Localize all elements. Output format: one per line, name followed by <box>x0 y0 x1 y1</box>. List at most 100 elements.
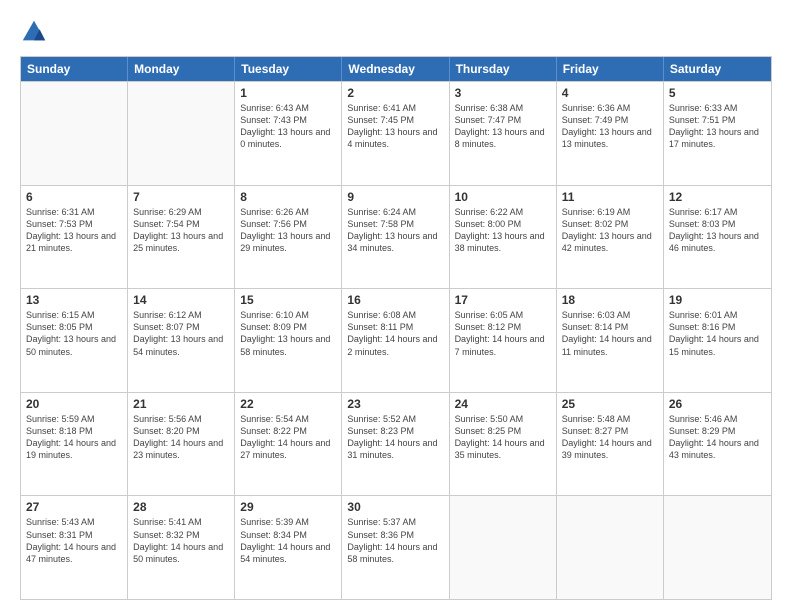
day-number: 8 <box>240 190 336 204</box>
day-number: 27 <box>26 500 122 514</box>
calendar-cell: 22 Sunrise: 5:54 AM Sunset: 8:22 PM Dayli… <box>235 393 342 496</box>
day-number: 9 <box>347 190 443 204</box>
header-day-tuesday: Tuesday <box>235 57 342 81</box>
calendar-cell: 26Sunrise: 5:46 AM Sunset: 8:29 PM Dayli… <box>664 393 771 496</box>
day-number: 20 <box>26 397 122 411</box>
calendar-cell: 29Sunrise: 5:39 AM Sunset: 8:34 PM Dayli… <box>235 496 342 599</box>
header-day-wednesday: Wednesday <box>342 57 449 81</box>
day-info: Sunrise: 6:26 AM Sunset: 7:56 PM Dayligh… <box>240 206 336 255</box>
day-number: 14 <box>133 293 229 307</box>
day-number: 4 <box>562 86 658 100</box>
day-number: 5 <box>669 86 766 100</box>
logo <box>20 16 52 46</box>
day-number: 21 <box>133 397 229 411</box>
header-day-sunday: Sunday <box>21 57 128 81</box>
calendar-week-2: 6 Sunrise: 6:31 AM Sunset: 7:53 PM Daylig… <box>21 185 771 289</box>
calendar-cell: 27 Sunrise: 5:43 AM Sunset: 8:31 PM Dayli… <box>21 496 128 599</box>
day-info: Sunrise: 6:19 AM Sunset: 8:02 PM Dayligh… <box>562 206 658 255</box>
calendar-cell: 5 Sunrise: 6:33 AM Sunset: 7:51 PM Daylig… <box>664 82 771 185</box>
day-number: 26 <box>669 397 766 411</box>
calendar-cell: 10 Sunrise: 6:22 AM Sunset: 8:00 PM Dayli… <box>450 186 557 289</box>
day-info: Sunrise: 6:10 AM Sunset: 8:09 PM Dayligh… <box>240 309 336 358</box>
day-number: 25 <box>562 397 658 411</box>
day-info: Sunrise: 6:01 AM Sunset: 8:16 PM Dayligh… <box>669 309 766 358</box>
day-number: 6 <box>26 190 122 204</box>
calendar-cell: 21 Sunrise: 5:56 AM Sunset: 8:20 PM Dayli… <box>128 393 235 496</box>
day-number: 10 <box>455 190 551 204</box>
day-number: 16 <box>347 293 443 307</box>
day-info: Sunrise: 6:38 AM Sunset: 7:47 PM Dayligh… <box>455 102 551 151</box>
day-info: Sunrise: 6:41 AM Sunset: 7:45 PM Dayligh… <box>347 102 443 151</box>
day-number: 30 <box>347 500 443 514</box>
calendar-cell: 15 Sunrise: 6:10 AM Sunset: 8:09 PM Dayli… <box>235 289 342 392</box>
day-info: Sunrise: 6:05 AM Sunset: 8:12 PM Dayligh… <box>455 309 551 358</box>
day-number: 28 <box>133 500 229 514</box>
day-number: 11 <box>562 190 658 204</box>
logo-icon <box>20 18 48 46</box>
calendar-week-1: 1 Sunrise: 6:43 AM Sunset: 7:43 PM Daylig… <box>21 81 771 185</box>
header-day-friday: Friday <box>557 57 664 81</box>
day-info: Sunrise: 6:24 AM Sunset: 7:58 PM Dayligh… <box>347 206 443 255</box>
header <box>20 16 772 46</box>
day-info: Sunrise: 5:59 AM Sunset: 8:18 PM Dayligh… <box>26 413 122 462</box>
calendar-cell: 20 Sunrise: 5:59 AM Sunset: 8:18 PM Dayli… <box>21 393 128 496</box>
day-info: Sunrise: 6:03 AM Sunset: 8:14 PM Dayligh… <box>562 309 658 358</box>
day-info: Sunrise: 5:39 AM Sunset: 8:34 PM Dayligh… <box>240 516 336 565</box>
calendar-cell: 4 Sunrise: 6:36 AM Sunset: 7:49 PM Daylig… <box>557 82 664 185</box>
calendar-cell: 18 Sunrise: 6:03 AM Sunset: 8:14 PM Dayli… <box>557 289 664 392</box>
day-number: 23 <box>347 397 443 411</box>
day-number: 17 <box>455 293 551 307</box>
day-info: Sunrise: 6:08 AM Sunset: 8:11 PM Dayligh… <box>347 309 443 358</box>
calendar-cell: 9 Sunrise: 6:24 AM Sunset: 7:58 PM Daylig… <box>342 186 449 289</box>
day-info: Sunrise: 5:56 AM Sunset: 8:20 PM Dayligh… <box>133 413 229 462</box>
calendar-cell: 6 Sunrise: 6:31 AM Sunset: 7:53 PM Daylig… <box>21 186 128 289</box>
day-info: Sunrise: 6:31 AM Sunset: 7:53 PM Dayligh… <box>26 206 122 255</box>
day-info: Sunrise: 6:15 AM Sunset: 8:05 PM Dayligh… <box>26 309 122 358</box>
calendar-cell: 8 Sunrise: 6:26 AM Sunset: 7:56 PM Daylig… <box>235 186 342 289</box>
calendar-cell: 16 Sunrise: 6:08 AM Sunset: 8:11 PM Dayli… <box>342 289 449 392</box>
header-day-thursday: Thursday <box>450 57 557 81</box>
day-number: 13 <box>26 293 122 307</box>
calendar-cell: 30Sunrise: 5:37 AM Sunset: 8:36 PM Dayli… <box>342 496 449 599</box>
header-day-saturday: Saturday <box>664 57 771 81</box>
day-number: 24 <box>455 397 551 411</box>
day-number: 15 <box>240 293 336 307</box>
day-info: Sunrise: 6:29 AM Sunset: 7:54 PM Dayligh… <box>133 206 229 255</box>
day-info: Sunrise: 6:43 AM Sunset: 7:43 PM Dayligh… <box>240 102 336 151</box>
calendar-week-5: 27 Sunrise: 5:43 AM Sunset: 8:31 PM Dayli… <box>21 495 771 599</box>
day-number: 7 <box>133 190 229 204</box>
calendar-cell: 7 Sunrise: 6:29 AM Sunset: 7:54 PM Daylig… <box>128 186 235 289</box>
day-info: Sunrise: 5:43 AM Sunset: 8:31 PM Dayligh… <box>26 516 122 565</box>
calendar-body: 1 Sunrise: 6:43 AM Sunset: 7:43 PM Daylig… <box>21 81 771 599</box>
calendar-cell: 11 Sunrise: 6:19 AM Sunset: 8:02 PM Dayli… <box>557 186 664 289</box>
calendar-cell <box>664 496 771 599</box>
page: SundayMondayTuesdayWednesdayThursdayFrid… <box>0 0 792 612</box>
day-number: 22 <box>240 397 336 411</box>
day-number: 3 <box>455 86 551 100</box>
day-info: Sunrise: 6:12 AM Sunset: 8:07 PM Dayligh… <box>133 309 229 358</box>
calendar-cell <box>128 82 235 185</box>
day-info: Sunrise: 5:48 AM Sunset: 8:27 PM Dayligh… <box>562 413 658 462</box>
day-info: Sunrise: 5:54 AM Sunset: 8:22 PM Dayligh… <box>240 413 336 462</box>
calendar-cell: 24 Sunrise: 5:50 AM Sunset: 8:25 PM Dayli… <box>450 393 557 496</box>
day-number: 12 <box>669 190 766 204</box>
calendar-cell: 19Sunrise: 6:01 AM Sunset: 8:16 PM Dayli… <box>664 289 771 392</box>
calendar-cell: 2Sunrise: 6:41 AM Sunset: 7:45 PM Daylig… <box>342 82 449 185</box>
day-info: Sunrise: 5:50 AM Sunset: 8:25 PM Dayligh… <box>455 413 551 462</box>
calendar-cell <box>450 496 557 599</box>
calendar: SundayMondayTuesdayWednesdayThursdayFrid… <box>20 56 772 600</box>
day-info: Sunrise: 6:36 AM Sunset: 7:49 PM Dayligh… <box>562 102 658 151</box>
calendar-cell: 1 Sunrise: 6:43 AM Sunset: 7:43 PM Daylig… <box>235 82 342 185</box>
calendar-cell: 12Sunrise: 6:17 AM Sunset: 8:03 PM Dayli… <box>664 186 771 289</box>
day-info: Sunrise: 6:22 AM Sunset: 8:00 PM Dayligh… <box>455 206 551 255</box>
calendar-cell: 3 Sunrise: 6:38 AM Sunset: 7:47 PM Daylig… <box>450 82 557 185</box>
calendar-cell: 17 Sunrise: 6:05 AM Sunset: 8:12 PM Dayli… <box>450 289 557 392</box>
day-number: 1 <box>240 86 336 100</box>
calendar-cell: 13 Sunrise: 6:15 AM Sunset: 8:05 PM Dayli… <box>21 289 128 392</box>
day-info: Sunrise: 6:33 AM Sunset: 7:51 PM Dayligh… <box>669 102 766 151</box>
calendar-cell <box>21 82 128 185</box>
calendar-week-3: 13 Sunrise: 6:15 AM Sunset: 8:05 PM Dayli… <box>21 288 771 392</box>
day-number: 18 <box>562 293 658 307</box>
day-info: Sunrise: 5:41 AM Sunset: 8:32 PM Dayligh… <box>133 516 229 565</box>
calendar-week-4: 20 Sunrise: 5:59 AM Sunset: 8:18 PM Dayli… <box>21 392 771 496</box>
